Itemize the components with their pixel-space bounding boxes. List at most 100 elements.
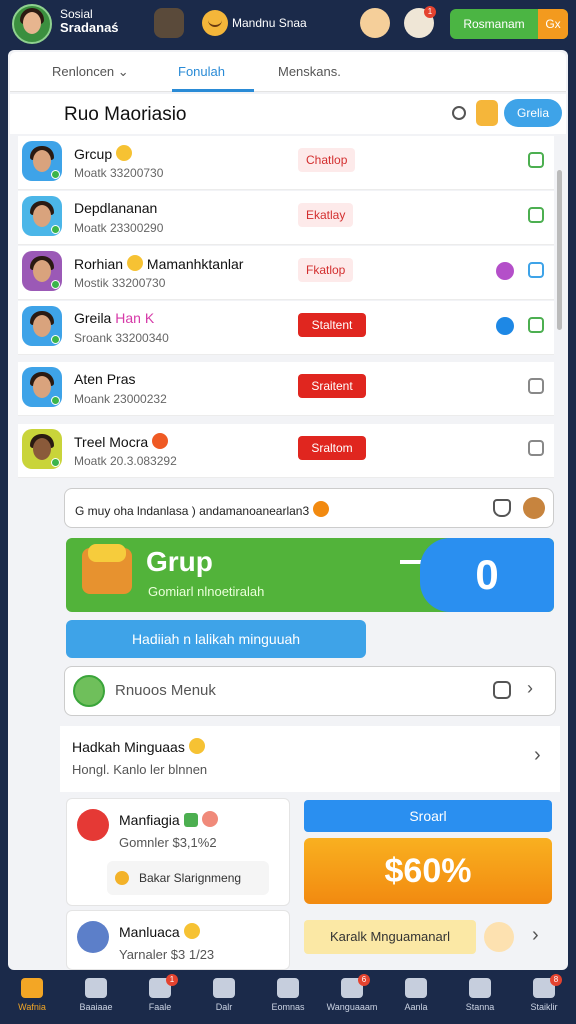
hand-icon[interactable] bbox=[484, 922, 514, 952]
weekly-reward-button[interactable]: Hadiiah n lalikah minguuah bbox=[66, 620, 366, 658]
app-title: Sosial Sradanaś bbox=[60, 7, 119, 35]
status-badge[interactable]: Staltent bbox=[298, 313, 366, 337]
message-input-placeholder: Rnuoos Menuk bbox=[115, 682, 216, 699]
list-item-subtitle: Moank 23000232 bbox=[74, 392, 167, 406]
list-item-name: Aten Pras bbox=[74, 371, 136, 387]
avatar bbox=[22, 141, 62, 181]
smiley-icon bbox=[116, 145, 133, 161]
nav-item-home[interactable]: Wafnia bbox=[0, 970, 64, 1024]
status-badge[interactable]: Ekatlay bbox=[298, 203, 354, 227]
member-name: Manfiagia bbox=[119, 811, 218, 828]
badge-icon bbox=[183, 813, 198, 827]
gamepad-icon bbox=[469, 978, 491, 998]
nav-item-settings[interactable]: Aanla bbox=[384, 970, 448, 1024]
info-title: Hadkah Minguaas bbox=[72, 738, 205, 755]
avatar bbox=[77, 921, 109, 953]
top-action-icon: Gx bbox=[538, 9, 568, 39]
mail-icon bbox=[277, 978, 299, 998]
coin-chip[interactable]: Bakar Slarignmeng bbox=[107, 861, 269, 895]
nav-item-game[interactable]: Stanna bbox=[448, 970, 512, 1024]
top-action-button[interactable]: Rosmanam Gx bbox=[450, 9, 568, 39]
list-item[interactable]: Grcup Moatk 33200730 Chatlop bbox=[18, 136, 554, 190]
promo-value[interactable]: $60% bbox=[304, 838, 552, 904]
sticker-icon[interactable] bbox=[523, 497, 545, 519]
info-subtitle: Hongl. Kanlo ler blnnen bbox=[72, 762, 208, 777]
list-item-subtitle: Mostik 33200730 bbox=[74, 276, 166, 290]
nav-item-camera[interactable]: 1 Faale bbox=[128, 970, 192, 1024]
archive-icon[interactable] bbox=[476, 100, 498, 126]
nav-badge: 8 bbox=[550, 974, 562, 986]
bottom-nav: Wafnia Baaiaae 1 Faale Dalr Eomnas 6 Wangu… bbox=[0, 970, 576, 1024]
avatar-face bbox=[23, 12, 41, 34]
emoji-icon bbox=[313, 501, 330, 517]
chevron-right-icon[interactable]: › bbox=[527, 678, 533, 699]
info-icon[interactable] bbox=[528, 440, 544, 456]
tab-renloncen[interactable]: Renloncen ⌄ bbox=[52, 64, 129, 80]
grelia-button[interactable]: Grelia bbox=[504, 99, 562, 127]
start-button[interactable]: Sroarl bbox=[304, 800, 552, 832]
check-icon[interactable] bbox=[528, 207, 544, 223]
globe-icon[interactable] bbox=[496, 317, 514, 335]
info-icon[interactable] bbox=[528, 378, 544, 394]
chevron-right-icon[interactable]: › bbox=[534, 744, 541, 767]
avatar bbox=[77, 809, 109, 841]
app-title-line2: Sradanaś bbox=[60, 20, 119, 35]
profile-avatar[interactable] bbox=[12, 4, 52, 44]
weekly-button[interactable]: Karalk Mnguamanarl bbox=[304, 920, 476, 954]
top-bar: Sosial Sradanaś Mandnu Snaa 1 Rosmanam G… bbox=[0, 0, 576, 48]
app-title-line1: Sosial bbox=[60, 7, 93, 21]
status-badge[interactable]: Sraitent bbox=[298, 374, 366, 398]
nav-item-mail[interactable]: Eomnas bbox=[256, 970, 320, 1024]
smiley-icon bbox=[188, 738, 205, 754]
nav-badge: 1 bbox=[166, 974, 178, 986]
check-icon[interactable] bbox=[528, 152, 544, 168]
list-item[interactable]: Aten Pras Moank 23000232 Sraitent bbox=[18, 362, 554, 416]
notification-icon[interactable]: 1 bbox=[404, 6, 436, 38]
check-icon[interactable] bbox=[528, 317, 544, 333]
emoji-icon[interactable] bbox=[496, 262, 514, 280]
comment-box[interactable]: G muy oha lndanlasa ) andamanoanearlan3 bbox=[64, 488, 554, 528]
status-badge[interactable]: Sraltom bbox=[298, 436, 366, 460]
gear-icon bbox=[405, 978, 427, 998]
member-card[interactable]: Manluaca Yarnaler $3 1/23 bbox=[66, 910, 290, 970]
list-item[interactable]: Treel Mocra Moatk 20.3.083292 Sraltom bbox=[18, 424, 554, 478]
list-item[interactable]: Rorhian Mamanhktanlar Mostik 33200730 Fk… bbox=[18, 246, 554, 300]
avatar bbox=[22, 429, 62, 469]
list-item[interactable]: Depdlananan Moatk 23300290 Ekatlay bbox=[18, 191, 554, 245]
chevron-right-icon[interactable]: › bbox=[532, 924, 539, 947]
nav-item-shop[interactable]: 8 Staiklir bbox=[512, 970, 576, 1024]
main-panel: Renloncen ⌄ Fonulah Menskans. Ruo Maoria… bbox=[8, 50, 568, 970]
current-user[interactable]: Mandnu Snaa bbox=[202, 10, 307, 36]
list-item-name: Depdlananan bbox=[74, 200, 158, 216]
search-icon[interactable] bbox=[452, 106, 466, 120]
status-badge[interactable]: Fkatlop bbox=[298, 258, 354, 282]
home-icon bbox=[21, 978, 43, 998]
online-indicator bbox=[51, 170, 60, 179]
friend-icon[interactable] bbox=[154, 8, 184, 38]
message-input[interactable]: Rnuoos Menuk › bbox=[64, 666, 556, 716]
avatar bbox=[73, 675, 105, 707]
group-banner[interactable]: Grup Gomiarl nlnoetiralah 0 bbox=[66, 538, 554, 612]
avatar bbox=[22, 306, 62, 346]
nav-item-bottle[interactable]: Dalr bbox=[192, 970, 256, 1024]
nav-badge: 6 bbox=[358, 974, 370, 986]
online-indicator bbox=[51, 396, 60, 405]
status-badge[interactable]: Chatlop bbox=[298, 148, 356, 172]
avatar bbox=[22, 367, 62, 407]
online-indicator bbox=[51, 280, 60, 289]
member-card[interactable]: Manfiagia Gomnler $3,1%2 Bakar Slarignme… bbox=[66, 798, 290, 906]
list-item[interactable]: Greila Han K Sroank 33200340 Staltent bbox=[18, 301, 554, 355]
online-indicator bbox=[51, 458, 60, 467]
smiley-icon bbox=[127, 255, 144, 271]
tab-fonulah[interactable]: Fonulah bbox=[178, 64, 225, 79]
scrollbar[interactable] bbox=[557, 170, 562, 330]
gift-icon[interactable] bbox=[360, 8, 390, 38]
like-icon[interactable] bbox=[493, 499, 511, 517]
bottle-icon bbox=[213, 978, 235, 998]
nav-item-board[interactable]: Baaiaae bbox=[64, 970, 128, 1024]
settings-icon[interactable] bbox=[493, 681, 511, 699]
weekly-info-row[interactable]: Hadkah Minguaas Hongl. Kanlo ler blnnen … bbox=[60, 726, 560, 792]
nav-item-chat[interactable]: 6 Wanguaaam bbox=[320, 970, 384, 1024]
check-icon[interactable] bbox=[528, 262, 544, 278]
tab-menskans[interactable]: Menskans. bbox=[278, 64, 341, 79]
